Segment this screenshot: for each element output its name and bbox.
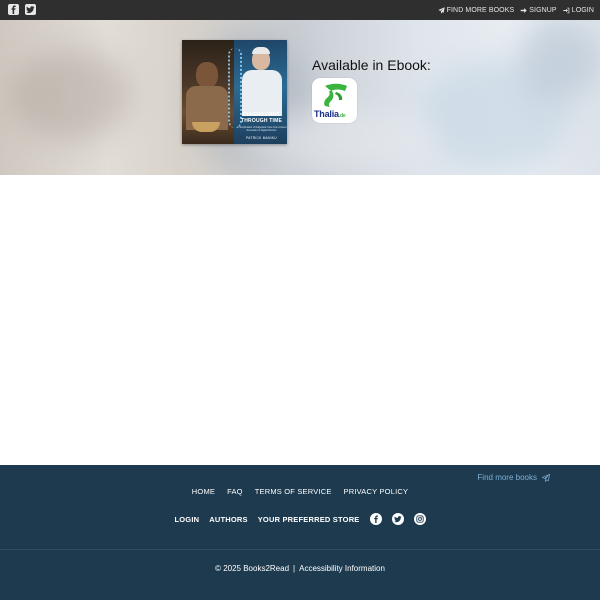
find-more-books-label: FIND MORE BOOKS <box>446 6 515 14</box>
paper-plane-icon <box>437 6 445 14</box>
signup-label: SIGNUP <box>529 6 557 14</box>
hero-background-blur <box>10 50 130 140</box>
footer-authors-link[interactable]: AUTHORS <box>209 515 247 524</box>
cover-subtitle: An Exploration of Diagnostic Care from A… <box>236 126 287 132</box>
login-link[interactable]: LOGIN <box>563 7 594 14</box>
copyright-text: © 2025 Books2Read <box>215 564 290 573</box>
footer-privacy-link[interactable]: PRIVACY POLICY <box>344 487 409 496</box>
top-social-links <box>8 4 36 15</box>
cover-title: DIAGNOSTICS THROUGH TIME <box>240 112 282 124</box>
footer-preferred-store-link[interactable]: YOUR PREFERRED STORE <box>258 515 360 524</box>
site-footer: Find more books HOME FAQ TERMS OF SERVIC… <box>0 465 600 600</box>
footer-secondary-nav: LOGIN AUTHORS YOUR PREFERRED STORE <box>0 513 600 525</box>
footer-find-more-books-link[interactable]: Find more books <box>477 473 550 482</box>
footer-copyright: © 2025 Books2Read | Accessibility Inform… <box>0 564 600 573</box>
footer-divider <box>0 549 600 550</box>
facebook-icon[interactable] <box>8 4 19 15</box>
book-hero <box>0 20 600 175</box>
thalia-name: Thalia <box>314 109 339 119</box>
thalia-store-button[interactable]: Thalia.de <box>312 78 357 123</box>
find-more-books-link[interactable]: FIND MORE BOOKS <box>437 6 515 14</box>
top-bar: FIND MORE BOOKS SIGNUP LOGIN <box>0 0 600 20</box>
arrow-right-icon <box>520 7 527 13</box>
hero-background-blur <box>520 20 600 100</box>
cover-author: PATRICK MANIKU <box>246 136 277 140</box>
top-nav-links: FIND MORE BOOKS SIGNUP LOGIN <box>437 0 594 20</box>
cover-art-doctor-coat <box>242 70 282 116</box>
available-in-ebook-label: Available in Ebook: <box>312 57 431 73</box>
login-label: LOGIN <box>571 6 594 14</box>
thalia-wordmark: Thalia.de <box>314 109 346 119</box>
cover-art-healer <box>196 62 218 88</box>
thalia-logo-icon <box>324 83 347 107</box>
footer-nav: HOME FAQ TERMS OF SERVICE PRIVACY POLICY <box>0 487 600 496</box>
sign-in-icon <box>563 7 570 13</box>
paper-plane-icon <box>542 473 550 482</box>
signup-link[interactable]: SIGNUP <box>520 6 557 14</box>
footer-faq-link[interactable]: FAQ <box>227 487 243 496</box>
book-cover: DIAGNOSTICS THROUGH TIME An Exploration … <box>182 40 287 144</box>
footer-terms-link[interactable]: TERMS OF SERVICE <box>255 487 332 496</box>
twitter-icon[interactable] <box>25 4 36 15</box>
instagram-icon[interactable] <box>413 513 426 525</box>
footer-home-link[interactable]: HOME <box>192 487 215 496</box>
thalia-suffix: .de <box>338 113 346 119</box>
footer-login-link[interactable]: LOGIN <box>174 515 199 524</box>
cover-art-doctor-hair <box>252 47 270 54</box>
twitter-icon[interactable] <box>391 513 404 525</box>
facebook-icon[interactable] <box>369 513 382 525</box>
accessibility-link[interactable]: Accessibility Information <box>299 564 385 573</box>
copyright-separator: | <box>293 564 296 573</box>
footer-find-more-label: Find more books <box>477 473 537 482</box>
